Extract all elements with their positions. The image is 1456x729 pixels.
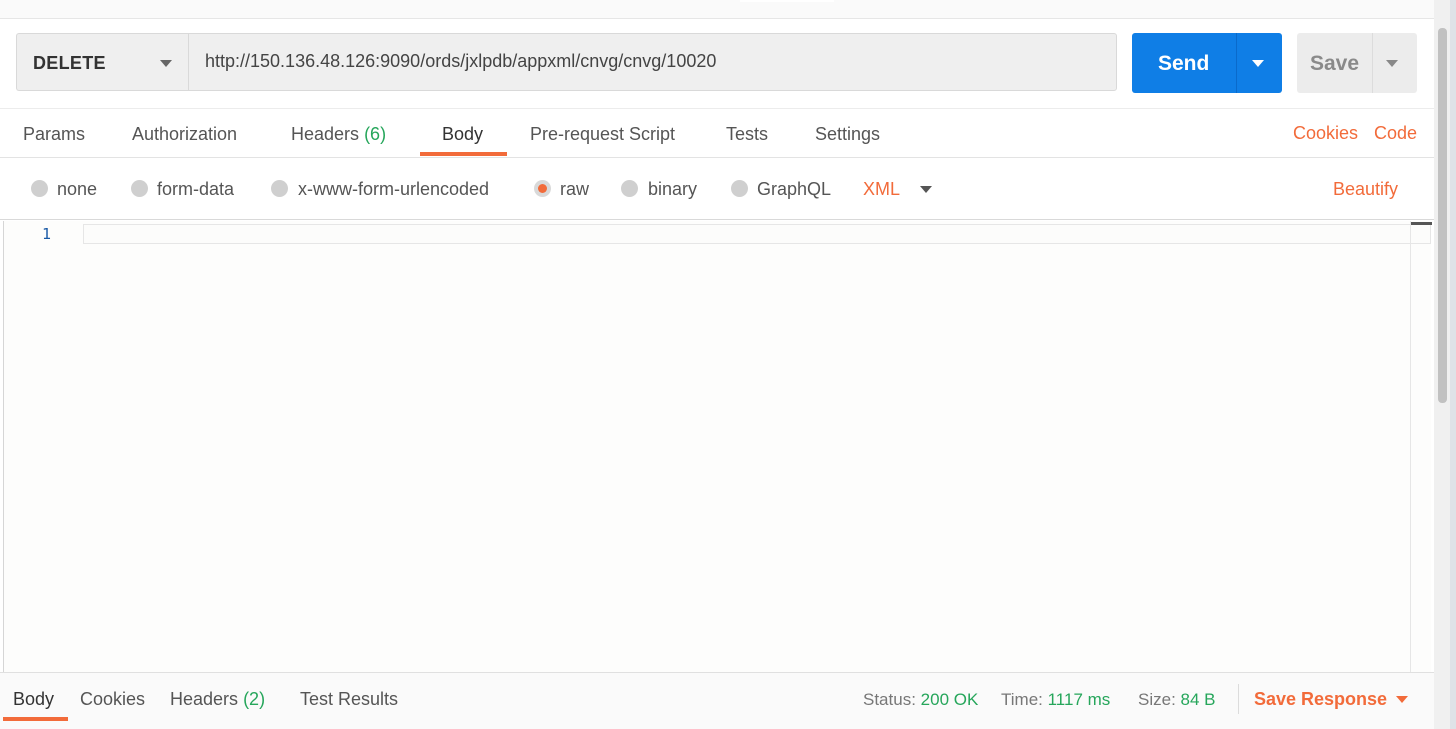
code-editor[interactable]: 1 <box>3 221 1432 672</box>
method-select[interactable]: DELETE <box>16 33 188 91</box>
response-tab-headers[interactable]: Headers (2) <box>170 689 265 710</box>
tab-prerequest-script[interactable]: Pre-request Script <box>530 124 675 145</box>
status-label: Status: <box>863 690 916 709</box>
size-value: 84 B <box>1180 690 1216 709</box>
format-select[interactable]: XML <box>863 179 900 200</box>
editor-overview-ruler <box>1410 221 1432 672</box>
beautify-button[interactable]: Beautify <box>1333 179 1398 200</box>
request-bar: DELETE http://150.136.48.126:9090/ords/j… <box>16 33 1117 93</box>
headers-count: (6) <box>364 124 387 144</box>
time-value: 1117 ms <box>1047 690 1111 709</box>
option-graphql-label[interactable]: GraphQL <box>757 179 831 200</box>
send-label: Send <box>1158 52 1210 75</box>
tab-indicator <box>740 0 834 2</box>
status-readout: Status: 200 OK <box>863 690 978 710</box>
body-type-options: none form-data x-www-form-urlencoded raw… <box>0 159 1434 220</box>
radio-urlencoded[interactable] <box>271 180 288 197</box>
tab-authorization[interactable]: Authorization <box>132 124 237 145</box>
status-value: 200 OK <box>920 690 979 709</box>
send-button[interactable]: Send <box>1132 33 1282 93</box>
radio-form-data[interactable] <box>131 180 148 197</box>
response-tab-test-results[interactable]: Test Results <box>300 689 398 710</box>
response-bar: Body Cookies Headers (2) Test Results St… <box>0 672 1434 729</box>
request-tabs: Params Authorization Headers (6) Body Pr… <box>0 108 1434 158</box>
option-raw-label[interactable]: raw <box>560 179 589 200</box>
chevron-down-icon <box>160 60 172 67</box>
divider <box>1372 33 1373 93</box>
radio-raw[interactable] <box>534 180 551 197</box>
chevron-down-icon[interactable] <box>920 186 932 193</box>
divider <box>1238 684 1239 714</box>
divider <box>1236 33 1237 93</box>
response-tab-headers-label: Headers <box>170 689 239 709</box>
size-label: Size: <box>1138 690 1176 709</box>
radio-none[interactable] <box>31 180 48 197</box>
option-none-label[interactable]: none <box>57 179 97 200</box>
response-tab-body[interactable]: Body <box>13 689 54 710</box>
radio-graphql[interactable] <box>731 180 748 197</box>
window-scrollbar[interactable] <box>1434 0 1456 729</box>
window-top-strip <box>0 0 1434 19</box>
option-urlencoded-label[interactable]: x-www-form-urlencoded <box>298 179 489 200</box>
time-label: Time: <box>1001 690 1043 709</box>
code-link[interactable]: Code <box>1374 123 1417 144</box>
tab-tests[interactable]: Tests <box>726 124 768 145</box>
active-line[interactable] <box>83 224 1431 244</box>
line-number: 1 <box>42 225 52 243</box>
save-label: Save <box>1310 52 1360 75</box>
response-headers-count: (2) <box>243 689 266 709</box>
tab-params[interactable]: Params <box>23 124 85 145</box>
tab-headers-label: Headers <box>291 124 360 144</box>
time-readout: Time: 1117 ms <box>1001 690 1110 710</box>
tab-headers[interactable]: Headers (6) <box>291 124 386 145</box>
send-options-chevron-icon[interactable] <box>1252 60 1264 67</box>
save-response-button[interactable]: Save Response <box>1254 689 1387 710</box>
scrollbar-thumb[interactable] <box>1438 28 1447 403</box>
url-input[interactable]: http://150.136.48.126:9090/ords/jxlpdb/a… <box>188 33 1117 91</box>
method-label: DELETE <box>33 53 106 73</box>
save-button[interactable]: Save <box>1297 33 1417 93</box>
size-readout: Size: 84 B <box>1138 690 1216 710</box>
cookies-link[interactable]: Cookies <box>1293 123 1358 144</box>
radio-binary[interactable] <box>621 180 638 197</box>
chevron-down-icon[interactable] <box>1396 696 1408 703</box>
active-response-tab-indicator <box>3 717 68 721</box>
response-tab-cookies[interactable]: Cookies <box>80 689 145 710</box>
tab-body[interactable]: Body <box>442 124 483 145</box>
option-form-data-label[interactable]: form-data <box>157 179 234 200</box>
option-binary-label[interactable]: binary <box>648 179 697 200</box>
save-options-chevron-icon[interactable] <box>1386 60 1398 67</box>
window-edge <box>1450 0 1456 729</box>
active-tab-indicator <box>420 152 507 156</box>
tab-settings[interactable]: Settings <box>815 124 880 145</box>
